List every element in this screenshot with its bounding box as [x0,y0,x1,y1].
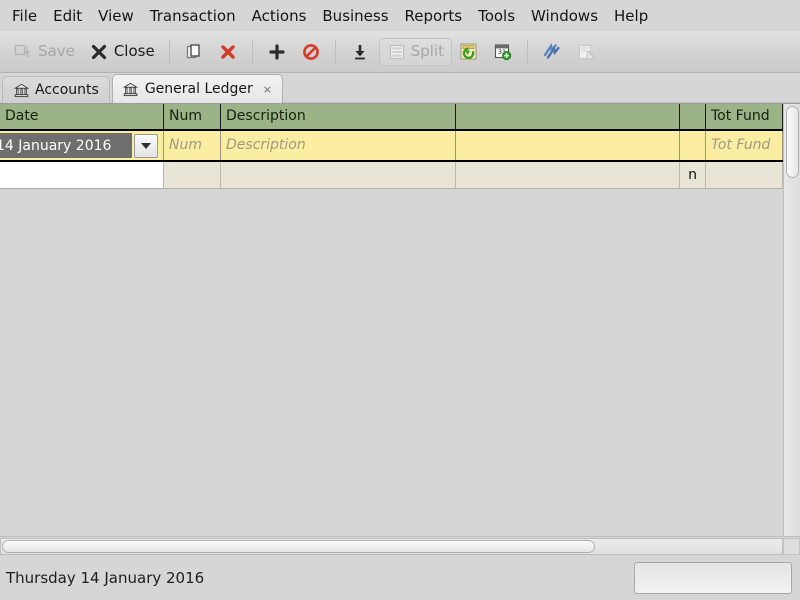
duplicate-icon [184,42,204,62]
num-input[interactable]: Num [164,131,221,160]
register-header-row: Date Num Description Tot Fund [0,104,783,131]
menu-tools[interactable]: Tools [470,4,523,28]
chevron-down-icon [141,142,151,149]
reports-button[interactable] [569,39,603,65]
column-header-tot-fund[interactable]: Tot Fund [706,104,783,129]
column-header-description[interactable]: Description [221,104,456,129]
toolbar-separator-1 [168,39,170,64]
status-bar: Thursday 14 January 2016 [0,556,800,600]
tab-accounts[interactable]: Accounts [2,76,110,103]
report-hand-icon [576,42,596,62]
tab-accounts-label: Accounts [35,81,99,98]
close-button[interactable]: Close [82,39,162,65]
menu-business[interactable]: Business [314,4,396,28]
duplicate-button[interactable] [177,39,211,65]
scrollbar-corner [783,538,800,555]
date-editor[interactable]: 14 January 2016 [0,131,163,160]
save-button-label: Save [38,42,75,60]
menu-transaction[interactable]: Transaction [142,4,244,28]
download-arrow-icon [350,42,370,62]
split-button[interactable]: Split [378,37,452,66]
blank-date-cell[interactable] [0,162,164,188]
description-input[interactable]: Description [221,131,456,160]
blank-num-cell[interactable] [164,162,221,188]
toolbar: Save Close Split 31 [0,31,800,73]
transfer-input[interactable] [456,131,680,160]
horizontal-scrollbar-thumb[interactable] [2,540,595,553]
date-input[interactable]: 14 January 2016 [0,133,132,158]
tab-close-icon[interactable]: × [263,84,272,95]
menu-actions[interactable]: Actions [244,4,315,28]
jump-blue-arrows-icon [542,42,562,62]
tab-bar: Accounts General Ledger × [0,73,800,103]
register-horizontal-scrollbar[interactable] [0,538,783,555]
transfer-button[interactable] [452,39,486,65]
blank-tot-fund-cell[interactable] [706,162,783,188]
toolbar-separator-2 [251,39,253,64]
save-icon [13,42,33,62]
tab-general-ledger[interactable]: General Ledger × [111,74,283,103]
status-date-text: Thursday 14 January 2016 [6,569,205,587]
blank-description-cell[interactable] [221,162,456,188]
delete-button[interactable] [211,39,245,65]
blank-transfer-cell[interactable] [456,162,680,188]
register-blank-row: n [0,162,783,189]
register-vertical-scrollbar[interactable] [783,104,800,536]
split-button-label: Split [410,42,444,60]
close-x-icon [89,42,109,62]
plus-icon [267,42,287,62]
calendar-31-add-icon: 31 [493,42,513,62]
toolbar-separator-3 [334,39,336,64]
column-header-blank[interactable] [456,104,680,129]
blank-reconcile-cell[interactable]: n [680,162,706,188]
bank-icon [123,81,139,97]
date-dropdown-button[interactable] [134,133,158,158]
bank-icon [13,82,29,98]
menu-bar: File Edit View Transaction Actions Busin… [0,0,800,31]
tot-fund-input[interactable]: Tot Fund [706,131,783,160]
register-area: Date Num Description Tot Fund 14 January… [0,103,800,536]
reconcile-input[interactable] [680,131,706,160]
close-button-label: Close [113,42,155,60]
schedule-button[interactable]: 31 [486,39,520,65]
menu-view[interactable]: View [90,4,142,28]
menu-file[interactable]: File [4,4,45,28]
menu-windows[interactable]: Windows [523,4,606,28]
split-rows-icon [387,42,407,62]
date-cell[interactable]: 14 January 2016 [0,131,164,160]
save-button[interactable]: Save [6,39,82,65]
cancel-transaction-button[interactable] [294,39,328,65]
register-edit-row: 14 January 2016 Num Description Tot Fund [0,131,783,162]
toolbar-separator-4 [526,39,528,64]
cancel-prohibited-icon [301,42,321,62]
menu-help[interactable]: Help [606,4,656,28]
enter-transaction-button[interactable] [260,39,294,65]
gnucash-window: File Edit View Transaction Actions Busin… [0,0,800,600]
column-header-date[interactable]: Date [0,104,164,129]
column-header-reconcile[interactable] [680,104,706,129]
tab-general-ledger-label: General Ledger [144,80,253,97]
blank-transaction-button[interactable] [343,39,377,65]
menu-edit[interactable]: Edit [45,4,90,28]
menu-reports[interactable]: Reports [397,4,471,28]
transfer-green-icon [459,42,479,62]
register-grid: Date Num Description Tot Fund 14 January… [0,104,784,536]
vertical-scrollbar-thumb[interactable] [786,106,799,178]
column-header-num[interactable]: Num [164,104,221,129]
register-horizontal-scroll-area [0,536,800,556]
status-progress-bar [634,562,792,594]
jump-button[interactable] [535,39,569,65]
delete-red-x-icon [218,42,238,62]
